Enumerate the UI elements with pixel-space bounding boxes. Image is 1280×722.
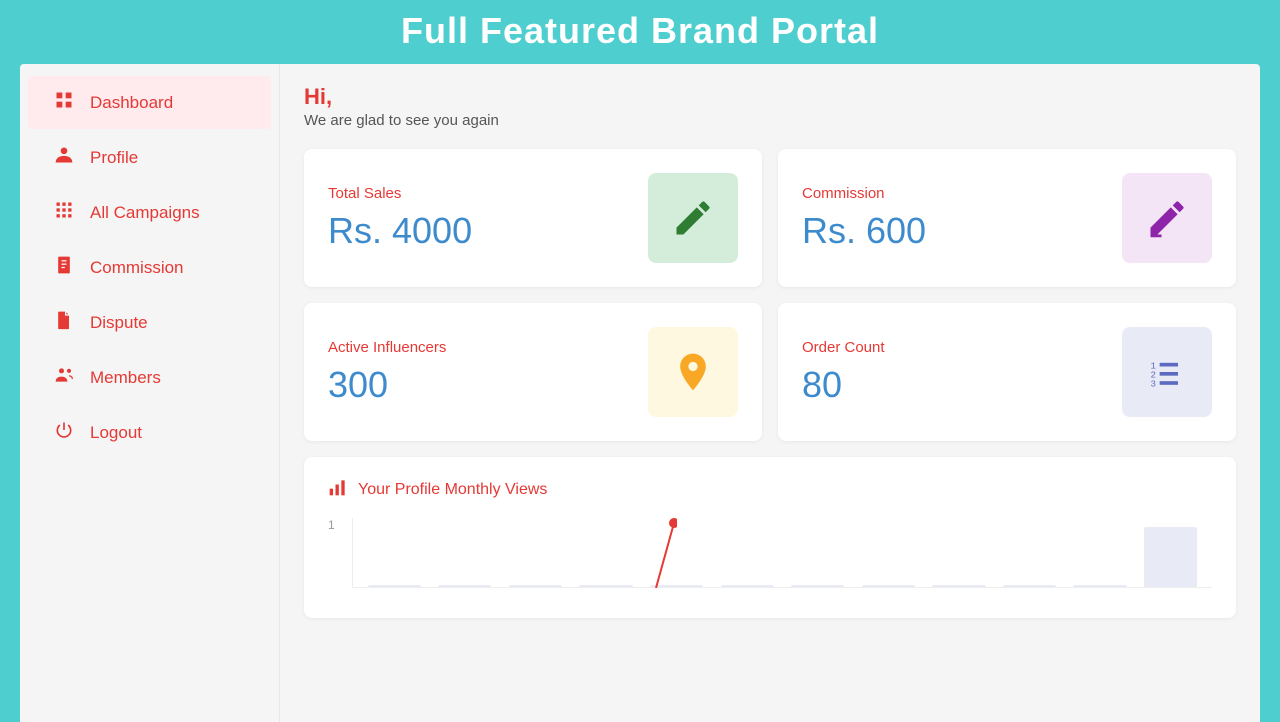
chart-bar (509, 585, 562, 587)
main-content: Hi, We are glad to see you again Total S… (280, 64, 1260, 722)
chart-bar (1144, 527, 1197, 587)
chart-bar-col (502, 518, 569, 587)
sidebar-label-dashboard: Dashboard (90, 93, 173, 113)
user-icon (52, 145, 76, 170)
stat-value-active-influencers: 300 (328, 364, 446, 406)
chart-bar-col (1067, 518, 1134, 587)
stats-grid: Total Sales Rs. 4000 Commission Rs. 600 … (304, 149, 1236, 441)
chart-bars (352, 518, 1212, 588)
chart-bar (579, 585, 632, 587)
sidebar-item-members[interactable]: Members (28, 351, 271, 404)
stat-icon-active-influencers (648, 327, 738, 417)
stat-card-total-sales: Total Sales Rs. 4000 (304, 149, 762, 287)
sidebar-label-dispute: Dispute (90, 313, 148, 333)
stat-value-order-count: 80 (802, 364, 885, 406)
stat-icon-total-sales (648, 173, 738, 263)
stat-icon-commission (1122, 173, 1212, 263)
svg-text:3: 3 (1151, 379, 1157, 390)
chart-title: Your Profile Monthly Views (328, 477, 1212, 502)
chart-bar-icon (328, 477, 348, 502)
chart-bar-col (432, 518, 499, 587)
main-container: Dashboard Profile All Campaigns Commissi… (20, 64, 1260, 722)
stat-info-total-sales: Total Sales Rs. 4000 (328, 185, 472, 252)
chart-bar (1003, 585, 1056, 587)
chart-bar-col (926, 518, 993, 587)
sidebar-item-logout[interactable]: Logout (28, 406, 271, 459)
sidebar: Dashboard Profile All Campaigns Commissi… (20, 64, 280, 722)
stat-value-total-sales: Rs. 4000 (328, 210, 472, 252)
chart-bar (368, 585, 421, 587)
stat-card-commission: Commission Rs. 600 (778, 149, 1236, 287)
stat-label-commission: Commission (802, 185, 926, 202)
chart-bar (650, 585, 703, 587)
grid-icon (52, 90, 76, 115)
stat-info-order-count: Order Count 80 (802, 339, 885, 406)
people-icon (52, 365, 76, 390)
sidebar-label-profile: Profile (90, 148, 138, 168)
chart-bar (932, 585, 985, 587)
chart-bar-col (1137, 518, 1204, 587)
chart-bar-col (784, 518, 851, 587)
file-icon (52, 310, 76, 335)
chart-bar (1073, 585, 1126, 587)
chart-bar-col (361, 518, 428, 587)
greeting-hi: Hi, (304, 84, 1236, 110)
chart-container: 1 (328, 518, 1212, 598)
chart-bar (791, 585, 844, 587)
sidebar-label-members: Members (90, 368, 161, 388)
sidebar-label-all-campaigns: All Campaigns (90, 203, 200, 223)
chart-bar-col (573, 518, 640, 587)
stat-label-active-influencers: Active Influencers (328, 339, 446, 356)
sidebar-item-all-campaigns[interactable]: All Campaigns (28, 186, 271, 239)
chart-bar-col (714, 518, 781, 587)
chart-y-label: 1 (328, 518, 335, 532)
top-header: Full Featured Brand Portal (0, 0, 1280, 64)
chart-bar (862, 585, 915, 587)
chart-section: Your Profile Monthly Views 1 (304, 457, 1236, 618)
sidebar-item-dispute[interactable]: Dispute (28, 296, 271, 349)
sidebar-item-dashboard[interactable]: Dashboard (28, 76, 271, 129)
stat-value-commission: Rs. 600 (802, 210, 926, 252)
sidebar-item-commission[interactable]: Commission (28, 241, 271, 294)
chart-bar (721, 585, 774, 587)
apps-icon (52, 200, 76, 225)
stat-icon-order-count: 123 (1122, 327, 1212, 417)
sidebar-item-profile[interactable]: Profile (28, 131, 271, 184)
receipt-icon (52, 255, 76, 280)
chart-bar-col (855, 518, 922, 587)
stat-label-order-count: Order Count (802, 339, 885, 356)
sidebar-label-commission: Commission (90, 258, 184, 278)
stat-label-total-sales: Total Sales (328, 185, 472, 202)
stat-card-active-influencers: Active Influencers 300 (304, 303, 762, 441)
stat-card-order-count: Order Count 80 123 (778, 303, 1236, 441)
stat-info-active-influencers: Active Influencers 300 (328, 339, 446, 406)
greeting-subtitle: We are glad to see you again (304, 112, 1236, 129)
chart-bar-col (643, 518, 710, 587)
sidebar-label-logout: Logout (90, 423, 142, 443)
power-icon (52, 420, 76, 445)
chart-bar-col (996, 518, 1063, 587)
chart-bar (438, 585, 491, 587)
page-title: Full Featured Brand Portal (0, 10, 1280, 52)
stat-info-commission: Commission Rs. 600 (802, 185, 926, 252)
